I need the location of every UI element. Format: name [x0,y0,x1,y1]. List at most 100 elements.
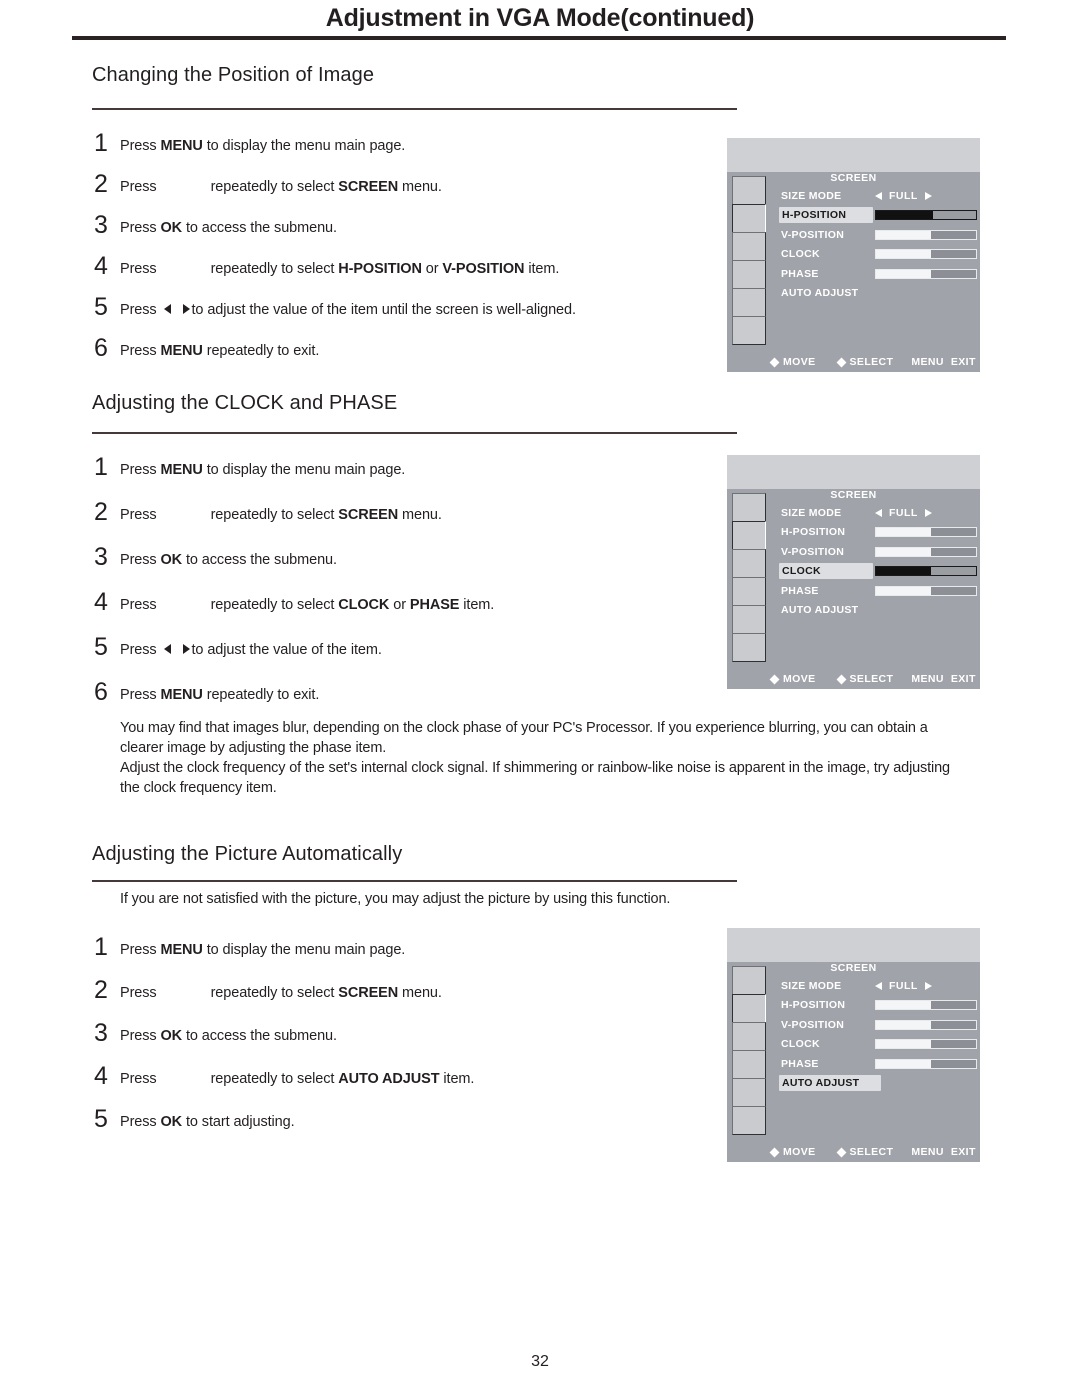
osd-menu-item[interactable]: V-POSITION [779,1015,977,1035]
osd-menu-item[interactable]: H-POSITION [779,206,977,226]
osd-slider-fill [876,1059,932,1068]
osd-option-value[interactable]: FULL [875,190,932,202]
step-item: 5 Press OK to start adjusting. [94,1105,295,1133]
osd-menu-item[interactable]: CLOCK [779,245,977,265]
arrow-left-icon[interactable] [875,191,882,200]
osd-item-label: SIZE MODE [781,506,842,519]
step-number: 1 [94,129,108,157]
arrow-right-icon[interactable] [924,191,932,200]
osd-menu-item[interactable]: H-POSITION [779,996,977,1016]
step-text: Press MENU repeatedly to exit. [120,343,320,359]
osd-slider[interactable] [875,268,977,279]
osd-sidebar-box[interactable] [732,1050,766,1079]
osd-menu-item[interactable]: PHASE [779,1054,977,1074]
osd-sidebar-box[interactable] [732,633,766,662]
osd-sidebar-box[interactable] [732,1106,766,1135]
step-item: 1 Press MENU to display the menu main pag… [94,129,406,157]
osd-menu-item[interactable]: PHASE [779,581,977,601]
osd-slider-fill [876,211,934,220]
osd-footer-menu[interactable]: MENU [911,1146,944,1158]
section-heading-clock-phase: Adjusting the CLOCK and PHASE [92,392,398,414]
osd-footer-exit[interactable]: EXIT [951,673,976,685]
osd-slider[interactable] [875,1058,977,1069]
osd-footer-label: MENU [911,1146,944,1158]
osd-slider[interactable] [875,249,977,260]
intro-paragraph-auto: If you are not satisfied with the pictur… [120,891,671,907]
osd-footer-select[interactable]: SELECT [836,356,894,368]
osd-footer-menu[interactable]: MENU [911,356,944,368]
osd-slider[interactable] [875,585,977,596]
step-text: Press MENU to display the menu main page… [120,138,406,154]
osd-sidebar-box[interactable] [732,521,766,550]
osd-sidebar-box[interactable] [732,605,766,634]
osd-footer-exit[interactable]: EXIT [951,1146,976,1158]
osd-sidebar-box[interactable] [732,260,766,289]
step-item: 1 Press MENU to display the menu main pag… [94,453,405,481]
osd-sidebar-box[interactable] [732,204,766,233]
osd-option-value[interactable]: FULL [875,980,932,992]
osd-menu-item[interactable]: SIZE MODE FULL [779,503,977,523]
osd-footer-move[interactable]: MOVE [769,1146,816,1158]
osd-menu-item[interactable]: SIZE MODE FULL [779,186,977,206]
osd-menu-item[interactable]: CLOCK [779,1035,977,1055]
osd-sidebar-box[interactable] [732,316,766,345]
arrow-right-icon [182,304,190,315]
step-number: 4 [94,1062,108,1090]
osd-menu-item[interactable]: H-POSITION [779,523,977,543]
osd-footer-exit[interactable]: EXIT [951,356,976,368]
osd-option-value[interactable]: FULL [875,507,932,519]
osd-sidebar-box[interactable] [732,288,766,317]
arrow-right-icon[interactable] [924,508,932,517]
step-text: Press repeatedly to select SCREEN menu. [120,179,442,195]
osd-item-label: SIZE MODE [781,979,842,992]
osd-slider[interactable] [875,210,977,221]
step-number: 1 [94,453,108,481]
osd-title: SCREEN [830,489,877,501]
osd-menu-item[interactable]: V-POSITION [779,542,977,562]
osd-item-label: AUTO ADJUST [779,1075,881,1092]
osd-footer-move[interactable]: MOVE [769,356,816,368]
diamond-icon [836,357,846,367]
osd-menu-item[interactable]: AUTO ADJUST [779,284,977,304]
osd-sidebar [732,176,766,345]
osd-slider[interactable] [875,527,977,538]
osd-option-text: FULL [889,189,918,202]
page-number: 32 [531,1353,549,1370]
osd-sidebar-box[interactable] [732,549,766,578]
paragraph-line: You may find that images blur, depending… [120,720,928,736]
osd-slider[interactable] [875,546,977,557]
osd-sidebar-box[interactable] [732,577,766,606]
osd-menu-item[interactable]: V-POSITION [779,225,977,245]
step-item: 5 Press to adjust the value of the item u… [94,294,576,320]
osd-row-list: SIZE MODE FULL H-POSITION V-POSITION CLOCK PH… [779,503,977,620]
osd-footer-select[interactable]: SELECT [836,1146,894,1158]
step-number: 4 [94,588,108,616]
osd-footer-menu[interactable]: MENU [911,673,944,685]
osd-menu-item[interactable]: PHASE [779,264,977,284]
osd-sidebar-box[interactable] [732,994,766,1023]
osd-slider[interactable] [875,566,977,577]
osd-footer-move[interactable]: MOVE [769,673,816,685]
osd-menu-item[interactable]: AUTO ADJUST [779,601,977,621]
osd-menu-item[interactable]: SIZE MODE FULL [779,976,977,996]
osd-footer-label: MOVE [783,673,816,685]
osd-slider[interactable] [875,1019,977,1030]
section-divider-2 [92,432,737,434]
osd-screen-menu-h-position: SCREEN SIZE MODE FULL H-POSITION V-POSITION C… [727,138,980,372]
osd-item-label: SIZE MODE [781,189,842,202]
osd-sidebar-box[interactable] [732,1022,766,1051]
osd-slider[interactable] [875,1000,977,1011]
osd-footer-select[interactable]: SELECT [836,673,894,685]
osd-sidebar-box[interactable] [732,1078,766,1107]
osd-footer-label: SELECT [849,1146,894,1158]
osd-menu-item[interactable]: CLOCK [779,562,977,582]
osd-slider[interactable] [875,1039,977,1050]
osd-slider[interactable] [875,229,977,240]
osd-sidebar [732,493,766,662]
osd-menu-item[interactable]: AUTO ADJUST [779,1074,977,1094]
osd-sidebar-box[interactable] [732,232,766,261]
arrow-right-icon[interactable] [924,981,932,990]
step-number: 5 [94,1105,108,1133]
arrow-left-icon[interactable] [875,981,882,990]
arrow-left-icon[interactable] [875,508,882,517]
